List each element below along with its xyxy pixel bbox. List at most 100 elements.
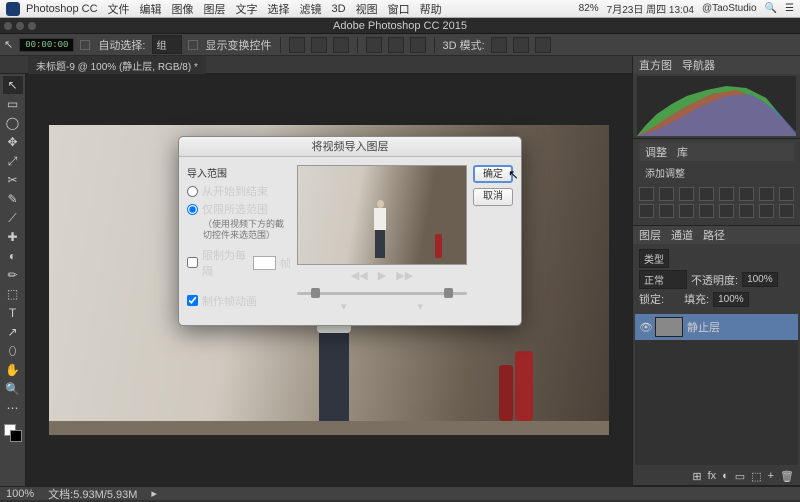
adjustment-icon[interactable]: [679, 187, 694, 201]
menu-window[interactable]: 窗口: [388, 1, 410, 17]
user-name[interactable]: @TaoStudio: [702, 3, 757, 14]
align-icon[interactable]: [289, 37, 305, 53]
slider-out-handle[interactable]: [444, 288, 453, 298]
shape-tool[interactable]: ⬯: [3, 342, 23, 360]
tab-layers[interactable]: 图层: [639, 227, 661, 243]
app-name[interactable]: Photoshop CC: [26, 3, 98, 15]
play-icon[interactable]: ▶: [378, 269, 386, 282]
adjustment-icon[interactable]: [639, 204, 654, 218]
mask-icon[interactable]: ◐: [722, 470, 729, 482]
layers-list[interactable]: 👁 静止层: [635, 314, 798, 465]
layer-name[interactable]: 静止层: [687, 319, 720, 335]
rewind-icon[interactable]: ◀◀: [351, 269, 368, 282]
distribute-icon[interactable]: [366, 37, 382, 53]
zoom-tool[interactable]: 🔍: [3, 380, 23, 398]
new-layer-icon[interactable]: +: [768, 470, 774, 482]
adjustment-icon[interactable]: [719, 204, 734, 218]
3d-icon[interactable]: [535, 37, 551, 53]
trash-icon[interactable]: 🗑: [780, 470, 794, 483]
menu-edit[interactable]: 编辑: [140, 1, 162, 17]
move-tool[interactable]: ↖: [3, 76, 23, 94]
menu-icon[interactable]: ☰: [785, 3, 794, 14]
adjustment-icon[interactable]: [739, 187, 754, 201]
menu-layer[interactable]: 图层: [204, 1, 226, 17]
tab-navigator[interactable]: 导航器: [682, 57, 715, 73]
adjustment-icon[interactable]: [759, 187, 774, 201]
opacity-field[interactable]: 100%: [742, 272, 778, 287]
adjustment-layer-icon[interactable]: ▭: [735, 470, 745, 483]
auto-select-checkbox[interactable]: [80, 40, 90, 50]
wand-tool[interactable]: ✥: [3, 133, 23, 151]
forward-icon[interactable]: ▶▶: [396, 269, 413, 282]
doc-size[interactable]: 文档:5.93M/5.93M: [48, 486, 137, 502]
adjustment-icon[interactable]: [779, 204, 794, 218]
3d-icon[interactable]: [513, 37, 529, 53]
layer-filter-kind[interactable]: 类型: [639, 249, 669, 268]
radio-full-range[interactable]: 从开始到结束: [187, 183, 291, 199]
pen-tool[interactable]: ↗: [3, 323, 23, 341]
fx-icon[interactable]: fx: [708, 470, 717, 482]
stamp-tool[interactable]: ✚: [3, 228, 23, 246]
align-icon[interactable]: [311, 37, 327, 53]
ok-button[interactable]: 确定: [473, 165, 513, 183]
menu-select[interactable]: 选择: [268, 1, 290, 17]
eyedropper-tool[interactable]: ✂: [3, 171, 23, 189]
search-icon[interactable]: 🔍: [765, 3, 777, 14]
history-brush-tool[interactable]: ◐: [3, 247, 23, 265]
eraser-tool[interactable]: ✏: [3, 266, 23, 284]
cancel-button[interactable]: 取消: [473, 188, 513, 206]
tab-libraries[interactable]: 库: [677, 144, 688, 160]
adjustment-icon[interactable]: [719, 187, 734, 201]
layer-thumbnail[interactable]: [655, 317, 683, 337]
auto-select-dropdown[interactable]: 组: [152, 35, 182, 54]
traffic-lights[interactable]: [4, 22, 36, 30]
range-slider[interactable]: [297, 288, 467, 300]
out-marker[interactable]: ▾: [417, 300, 423, 313]
link-icon[interactable]: ⊞: [692, 470, 701, 483]
fill-field[interactable]: 100%: [713, 292, 749, 307]
adjustment-icon[interactable]: [639, 187, 654, 201]
heal-tool[interactable]: ✎: [3, 190, 23, 208]
document-tab[interactable]: 未标题-9 @ 100% (静止层, RGB/8) *: [28, 56, 206, 75]
zoom-level[interactable]: 100%: [6, 488, 34, 500]
blend-mode-dropdown[interactable]: 正常: [639, 270, 687, 289]
menu-filter[interactable]: 滤镜: [300, 1, 322, 17]
adjustment-icon[interactable]: [659, 204, 674, 218]
menu-image[interactable]: 图像: [172, 1, 194, 17]
layer-row[interactable]: 👁 静止层: [635, 314, 798, 340]
crop-tool[interactable]: ⤢: [3, 152, 23, 170]
tab-paths[interactable]: 路径: [703, 227, 725, 243]
adjustment-icon[interactable]: [699, 204, 714, 218]
frame-interval-field[interactable]: [253, 256, 276, 270]
show-transform-checkbox[interactable]: [188, 40, 198, 50]
checkbox-limit-frames[interactable]: 限制为每隔 帧: [187, 247, 291, 279]
align-icon[interactable]: [333, 37, 349, 53]
brush-tool[interactable]: ⟋: [3, 209, 23, 227]
menu-help[interactable]: 帮助: [420, 1, 442, 17]
distribute-icon[interactable]: [388, 37, 404, 53]
adjustment-icon[interactable]: [739, 204, 754, 218]
adjustment-icon[interactable]: [779, 187, 794, 201]
radio-selected-range[interactable]: 仅限所选范围: [187, 201, 291, 217]
chevron-right-icon[interactable]: ▸: [151, 487, 157, 500]
menu-3d[interactable]: 3D: [332, 3, 346, 15]
group-icon[interactable]: ⬚: [751, 470, 761, 483]
adjustment-icon[interactable]: [699, 187, 714, 201]
color-swatches[interactable]: [4, 424, 22, 442]
visibility-icon[interactable]: 👁: [639, 321, 651, 334]
tab-channels[interactable]: 通道: [671, 227, 693, 243]
adjustment-icon[interactable]: [679, 204, 694, 218]
gradient-tool[interactable]: ⬚: [3, 285, 23, 303]
lasso-tool[interactable]: ◯: [3, 114, 23, 132]
more-tools[interactable]: ⋯: [3, 399, 23, 417]
adjustment-icon[interactable]: [759, 204, 774, 218]
tab-adjustments[interactable]: 调整: [645, 144, 667, 160]
type-tool[interactable]: T: [3, 304, 23, 322]
distribute-icon[interactable]: [410, 37, 426, 53]
slider-in-handle[interactable]: [311, 288, 320, 298]
in-marker[interactable]: ▾: [341, 300, 347, 313]
checkbox-make-animation[interactable]: 制作帧动画: [187, 293, 291, 309]
hand-tool[interactable]: ✋: [3, 361, 23, 379]
menu-view[interactable]: 视图: [356, 1, 378, 17]
menu-file[interactable]: 文件: [108, 1, 130, 17]
